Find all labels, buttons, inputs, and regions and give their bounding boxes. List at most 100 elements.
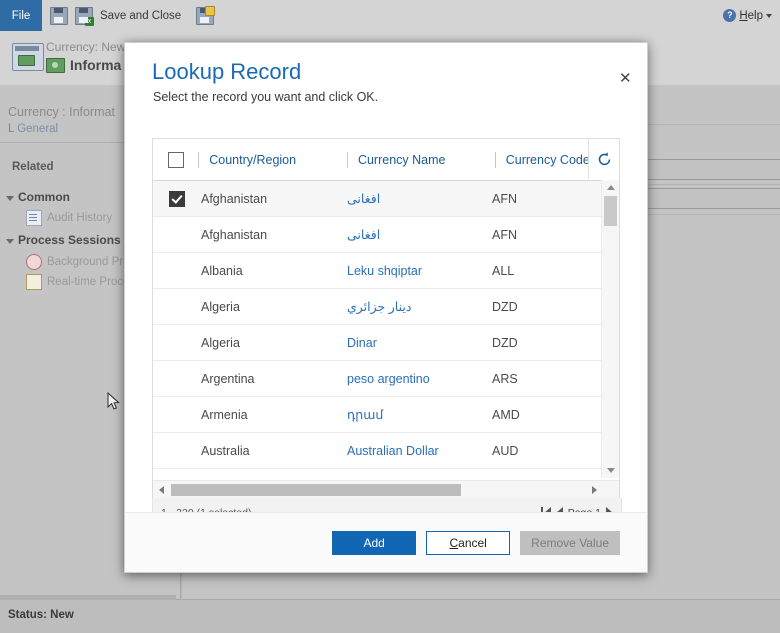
close-icon[interactable]: ✕ [613, 67, 635, 89]
table-row[interactable]: Algeria دينار جزائري DZD [153, 289, 619, 325]
cell-currency-name[interactable]: Dinar [347, 336, 492, 350]
column-separator [198, 152, 199, 168]
cell-country: Australia [201, 444, 347, 458]
column-separator [495, 152, 496, 168]
cell-currency-name[interactable]: افغانى [347, 191, 492, 206]
row-checkbox[interactable] [169, 191, 185, 207]
new-badge [205, 6, 215, 16]
scroll-up-button[interactable] [602, 180, 619, 195]
cell-currency-name[interactable]: Australian Dollar [347, 444, 492, 458]
arrow-left-icon [159, 486, 164, 494]
status-text: Status: New [8, 609, 74, 621]
scroll-down-button[interactable] [602, 463, 619, 478]
row-select-cell[interactable] [153, 299, 201, 315]
scroll-right-button[interactable] [586, 481, 602, 499]
table-row[interactable]: Afghanistan افغانى AFN [153, 217, 619, 253]
application-window: File x Save and Close ? Help Currency: N… [0, 0, 780, 633]
file-tab[interactable]: File [0, 0, 42, 31]
column-header-currency-name[interactable]: Currency Name [358, 153, 495, 167]
status-bar: Status: New [0, 599, 780, 633]
ribbon-command-group: x Save and Close [50, 0, 214, 31]
sidebar-item-background-process[interactable]: Background Pro [26, 254, 129, 270]
scroll-left-button[interactable] [153, 481, 169, 499]
cell-country: Afghanistan [201, 228, 347, 242]
background-process-icon [26, 254, 42, 270]
grid-header-row: Country/Region Currency Name Currency Co… [153, 139, 619, 181]
grid-horizontal-scrollbar[interactable] [153, 480, 619, 499]
table-row[interactable]: Argentina peso argentino ARS [153, 361, 619, 397]
cancel-button[interactable]: Cancel [426, 531, 510, 555]
cell-currency-name[interactable]: peso argentino [347, 372, 492, 386]
nav-group-label: Common [18, 190, 70, 204]
row-select-cell[interactable] [153, 191, 201, 207]
lookup-record-dialog: Lookup Record Select the record you want… [124, 42, 648, 573]
row-select-cell[interactable] [153, 407, 201, 423]
currency-icon [46, 58, 65, 73]
tab-general[interactable]: L General [8, 123, 58, 135]
cell-country: Albania [201, 264, 347, 278]
nav-group-process-sessions[interactable]: Process Sessions [6, 233, 121, 247]
cell-country: Algeria [201, 300, 347, 314]
save-icon[interactable] [50, 7, 68, 25]
row-select-cell[interactable] [153, 227, 201, 243]
cell-country: Argentina [201, 372, 347, 386]
cell-currency-code: AMD [492, 408, 612, 422]
cell-currency-code: AUD [492, 444, 612, 458]
table-row[interactable]: Afghanistan افغانى AFN [153, 181, 619, 217]
select-all-checkbox[interactable] [168, 152, 184, 168]
row-select-cell[interactable] [153, 443, 201, 459]
help-label[interactable]: Help [739, 10, 763, 22]
record-breadcrumb: Currency: New [46, 40, 125, 54]
nav-group-common[interactable]: Common [6, 190, 70, 204]
cell-currency-name[interactable]: դրամ [347, 407, 492, 422]
select-all-cell[interactable] [153, 152, 198, 168]
help-menu[interactable]: ? Help [723, 0, 772, 31]
refresh-button[interactable] [588, 139, 619, 179]
column-header-country[interactable]: Country/Region [209, 153, 347, 167]
audit-history-icon [26, 210, 42, 226]
status-accent-strip [0, 595, 176, 600]
form-field-2[interactable] [641, 188, 780, 209]
dialog-title: Lookup Record [152, 59, 301, 85]
cell-currency-code: AFN [492, 228, 612, 242]
arrow-up-icon [607, 185, 615, 190]
save-and-new-icon[interactable] [196, 7, 214, 25]
vertical-scroll-thumb[interactable] [604, 196, 617, 226]
cell-currency-name[interactable]: افغانى [347, 227, 492, 242]
record-title: Informa [70, 57, 121, 73]
expand-triangle-icon[interactable] [6, 239, 14, 244]
row-select-cell[interactable] [153, 263, 201, 279]
table-row[interactable]: Albania Leku shqiptar ALL [153, 253, 619, 289]
sidebar-item-realtime-process[interactable]: Real-time Proces [26, 274, 135, 290]
records-grid: Country/Region Currency Name Currency Co… [152, 138, 620, 500]
currency-record-icon [12, 43, 44, 71]
chevron-down-icon[interactable] [766, 14, 772, 18]
save-and-close-icon[interactable]: x [75, 7, 93, 25]
row-select-cell[interactable] [153, 371, 201, 387]
expand-triangle-icon[interactable] [6, 196, 14, 201]
cell-currency-code: ARS [492, 372, 612, 386]
record-title-row: Informa [46, 57, 121, 73]
table-row[interactable]: Algeria Dinar DZD [153, 325, 619, 361]
grid-body: Afghanistan افغانى AFN Afghanistan افغان… [153, 181, 619, 479]
cell-currency-code: ALL [492, 264, 612, 278]
cell-currency-code: DZD [492, 336, 612, 350]
sidebar-item-label: Real-time Proces [47, 276, 135, 288]
horizontal-scroll-thumb[interactable] [171, 484, 461, 496]
cell-currency-name[interactable]: Leku shqiptar [347, 264, 492, 278]
form-field-1[interactable] [641, 159, 780, 180]
add-button[interactable]: Add [332, 531, 416, 555]
row-select-cell[interactable] [153, 335, 201, 351]
table-row[interactable]: Armenia դրամ AMD [153, 397, 619, 433]
ribbon-toolbar: File x Save and Close ? Help [0, 0, 780, 32]
cell-country: Armenia [201, 408, 347, 422]
sidebar-item-audit-history[interactable]: Audit History [26, 210, 112, 226]
close-badge: x [85, 17, 94, 26]
grid-vertical-scrollbar[interactable] [601, 180, 619, 478]
save-and-close-label[interactable]: Save and Close [100, 10, 181, 22]
arrow-down-icon [607, 468, 615, 473]
cell-country: Afghanistan [201, 192, 347, 206]
table-row[interactable]: Australia Australian Dollar AUD [153, 433, 619, 469]
cell-currency-name[interactable]: دينار جزائري [347, 299, 492, 314]
remove-value-button: Remove Value [520, 531, 620, 555]
